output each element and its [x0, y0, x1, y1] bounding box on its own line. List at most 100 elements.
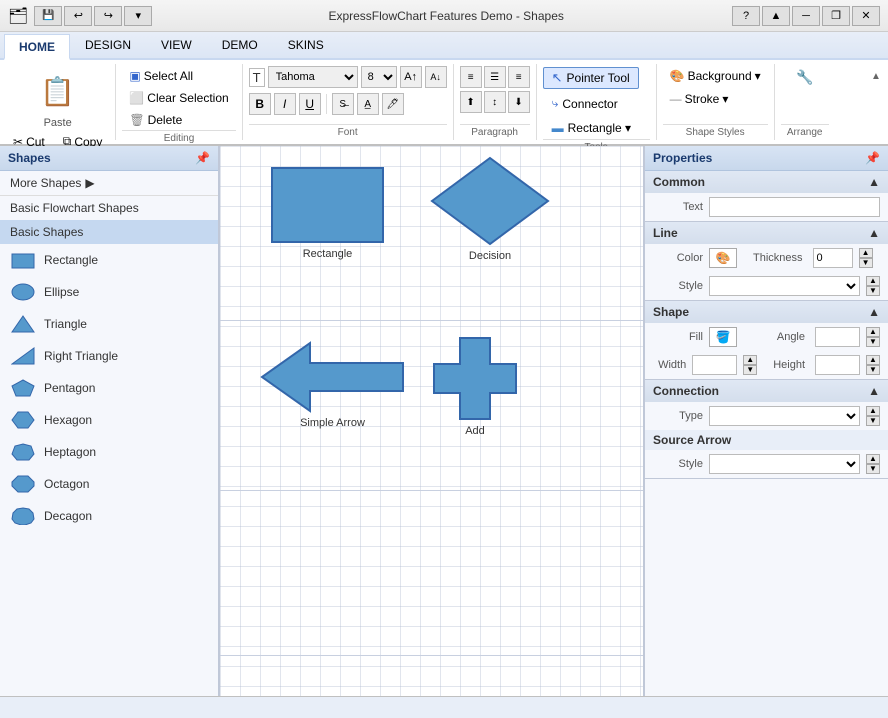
close-btn[interactable]: ✕ [852, 6, 880, 26]
canvas-area[interactable]: ↖ Rectangle Decision [220, 146, 643, 696]
width-down-btn[interactable]: ▼ [743, 365, 757, 375]
common-collapse-icon[interactable]: ▲ [868, 175, 880, 189]
list-item[interactable]: Right Triangle [0, 340, 218, 372]
connector-button[interactable]: ⤷ Connector [543, 93, 627, 114]
thickness-input[interactable] [813, 248, 853, 268]
properties-pin-icon[interactable]: 📌 [865, 151, 880, 165]
shape-collapse-icon[interactable]: ▲ [868, 305, 880, 319]
line-style-select[interactable]: Solid Dashed Dotted [709, 276, 860, 296]
connection-collapse-icon[interactable]: ▲ [868, 384, 880, 398]
sidebar-item-basic-shapes[interactable]: Basic Shapes [0, 220, 218, 244]
font-size-select[interactable]: 8 10 12 14 [361, 66, 397, 88]
text-input[interactable] [709, 197, 880, 217]
undo-btn[interactable]: ↩ [64, 6, 92, 26]
canvas-row-1: Rectangle Decision [220, 146, 643, 321]
thickness-label: Thickness [753, 252, 803, 264]
arrow-style-up-btn[interactable]: ▲ [866, 454, 880, 464]
height-input[interactable] [815, 355, 860, 375]
canvas-grid[interactable]: ↖ Rectangle Decision [220, 146, 643, 696]
fill-icon: 🪣 [716, 330, 731, 344]
angle-down-btn[interactable]: ▼ [866, 337, 880, 347]
quick-access-btn[interactable]: ▾ [124, 6, 152, 26]
conn-type-up-btn[interactable]: ▲ [866, 406, 880, 416]
list-item[interactable]: Octagon [0, 468, 218, 500]
font-size-inc-btn[interactable]: A↑ [400, 66, 422, 88]
clear-selection-button[interactable]: ⬜ Clear Selection [122, 88, 235, 108]
list-item[interactable]: Heptagon [0, 436, 218, 468]
canvas-shape-add[interactable]: Add [430, 336, 520, 437]
list-item[interactable]: Rectangle [0, 244, 218, 276]
background-button[interactable]: 🎨 Background ▾ [663, 66, 768, 86]
add-canvas-label: Add [465, 425, 485, 437]
rectangle-tool-button[interactable]: ▬ Rectangle ▾ [543, 118, 640, 138]
valign-bot-btn[interactable]: ⬇ [508, 91, 530, 113]
source-arrow-style-select[interactable]: None Arrow Diamond [709, 454, 860, 474]
sidebar-item-basic-flowchart[interactable]: Basic Flowchart Shapes [0, 196, 218, 220]
stroke-button[interactable]: — Stroke ▾ [663, 89, 736, 109]
redo-btn[interactable]: ↪ [94, 6, 122, 26]
fill-color-button[interactable]: 🪣 [709, 327, 737, 347]
align-left-btn[interactable]: ≡ [460, 66, 482, 88]
arrange-btn[interactable]: 🔧 [789, 66, 820, 89]
properties-title: Properties [653, 151, 712, 165]
tab-skins[interactable]: SKINS [273, 32, 339, 58]
diamond-canvas-svg [430, 156, 550, 246]
ribbon-collapse-btn[interactable]: ▲ [868, 68, 884, 84]
angle-label: Angle [777, 331, 805, 343]
delete-button[interactable]: 🗑 Delete [122, 110, 189, 130]
canvas-row-3 [220, 491, 643, 656]
align-right-btn[interactable]: ≡ [508, 66, 530, 88]
bold-btn[interactable]: B [249, 93, 271, 115]
height-down-btn[interactable]: ▼ [866, 365, 880, 375]
width-up-btn[interactable]: ▲ [743, 355, 757, 365]
list-item[interactable]: Hexagon [0, 404, 218, 436]
valign-top-btn[interactable]: ⬆ [460, 91, 482, 113]
thickness-up-btn[interactable]: ▲ [859, 248, 873, 258]
conn-type-down-btn[interactable]: ▼ [866, 416, 880, 426]
tab-home[interactable]: HOME [4, 34, 70, 60]
strikethrough-btn[interactable]: S̶ [332, 93, 354, 115]
paste-button[interactable]: 📋 [29, 66, 86, 117]
canvas-shape-decision[interactable]: Decision [430, 156, 550, 262]
list-item[interactable]: Ellipse [0, 276, 218, 308]
height-label: Height [773, 359, 805, 371]
quick-save-btn[interactable]: 💾 [34, 6, 62, 26]
shape-styles-group: 🎨 Background ▾ — Stroke ▾ Shape Styles [657, 64, 775, 140]
tab-demo[interactable]: DEMO [207, 32, 273, 58]
highlight-btn[interactable]: 🖊 [382, 93, 404, 115]
arrow-style-down-btn[interactable]: ▼ [866, 464, 880, 474]
pointer-tool-button[interactable]: ↖ Pointer Tool [543, 67, 639, 89]
source-arrow-header: Source Arrow [645, 430, 888, 450]
angle-up-btn[interactable]: ▲ [866, 327, 880, 337]
list-item[interactable]: Pentagon [0, 372, 218, 404]
list-item[interactable]: Decagon [0, 500, 218, 532]
font-name-select[interactable]: Tahoma Arial Times New Roman [268, 66, 358, 88]
italic-btn[interactable]: I [274, 93, 296, 115]
font-color-btn[interactable]: A̲ [357, 93, 379, 115]
shapes-pin-icon[interactable]: 📌 [195, 151, 210, 165]
line-collapse-icon[interactable]: ▲ [868, 226, 880, 240]
tab-view[interactable]: VIEW [146, 32, 207, 58]
list-item[interactable]: Triangle [0, 308, 218, 340]
tab-design[interactable]: DESIGN [70, 32, 146, 58]
line-color-button[interactable]: 🎨 [709, 248, 737, 268]
minimize-btn[interactable]: ─ [792, 6, 820, 26]
underline-btn[interactable]: U [299, 93, 321, 115]
canvas-shape-arrow[interactable]: Simple Arrow [260, 341, 405, 429]
restore-btn[interactable]: ❐ [822, 6, 850, 26]
width-input[interactable] [692, 355, 737, 375]
style-up-btn[interactable]: ▲ [866, 276, 880, 286]
angle-input[interactable] [815, 327, 860, 347]
thickness-down-btn[interactable]: ▼ [859, 258, 873, 268]
ribbon-toggle-btn[interactable]: ▲ [762, 6, 790, 26]
connection-type-select[interactable]: Orthogonal Curved Straight [709, 406, 860, 426]
align-center-btn[interactable]: ☰ [484, 66, 506, 88]
canvas-shape-rectangle[interactable]: Rectangle [270, 166, 385, 260]
help-btn[interactable]: ? [732, 6, 760, 26]
select-all-button[interactable]: ▣ Select All [122, 66, 200, 86]
height-up-btn[interactable]: ▲ [866, 355, 880, 365]
more-shapes-button[interactable]: More Shapes ▶ [0, 171, 218, 196]
font-size-dec-btn[interactable]: A↓ [425, 66, 447, 88]
style-down-btn[interactable]: ▼ [866, 286, 880, 296]
valign-mid-btn[interactable]: ↕ [484, 91, 506, 113]
